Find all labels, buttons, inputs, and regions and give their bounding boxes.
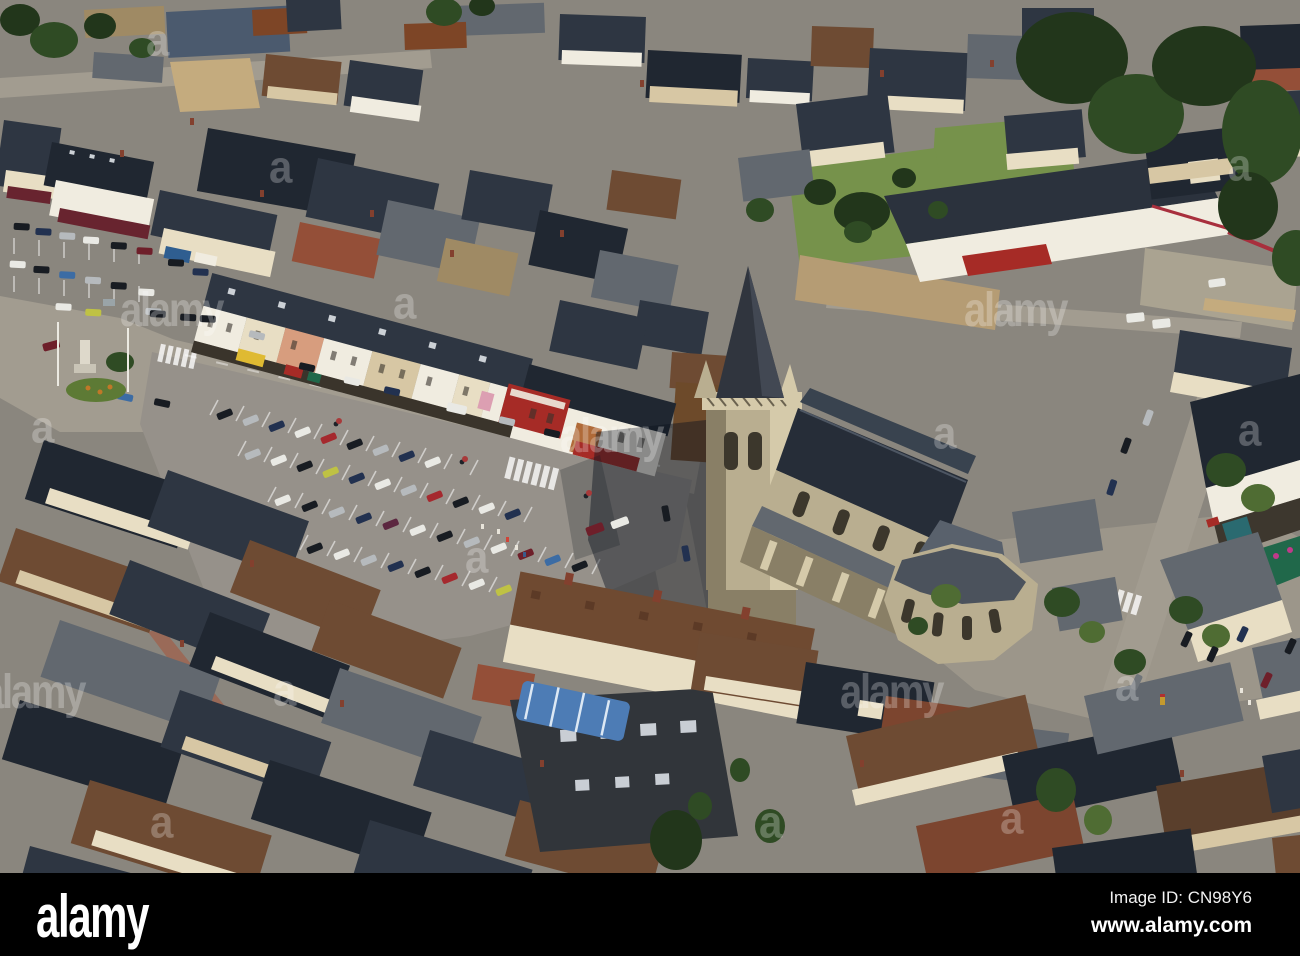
alamy-url: www.alamy.com [1090,913,1252,937]
aerial-photograph [0,0,1300,873]
image-meta: Image ID: CN98Y6 www.alamy.com [1091,887,1252,940]
bus-shelter [103,299,115,306]
image-id: Image ID: CN98Y6 [1109,888,1252,907]
alamy-logo: alamy [36,883,149,950]
war-memorial [80,340,90,366]
stock-photo-page: alamy alamy alamy alamy alamy a a a a a … [0,0,1300,956]
credit-bar: alamy Image ID: CN98Y6 www.alamy.com [0,873,1300,956]
